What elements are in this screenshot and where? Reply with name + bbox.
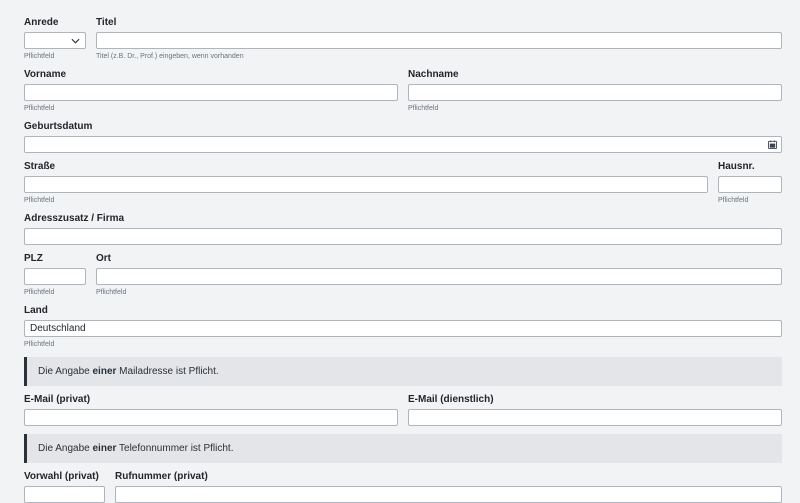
- anrede-select[interactable]: [24, 32, 86, 49]
- rufnummer-privat-label: Rufnummer (privat): [115, 471, 782, 483]
- calendar-icon[interactable]: [768, 140, 777, 149]
- hausnr-input[interactable]: [718, 176, 782, 193]
- mail-notice-bold: einer: [93, 366, 117, 377]
- row-adresszusatz: Adresszusatz / Firma: [24, 213, 782, 245]
- anrede-required-hint: Pflichtfeld: [24, 52, 86, 61]
- vorname-label: Vorname: [24, 69, 398, 81]
- email-privat-input[interactable]: [24, 409, 398, 426]
- email-dienstlich-label: E-Mail (dienstlich): [408, 394, 782, 406]
- rufnummer-privat-input[interactable]: [115, 486, 782, 503]
- ort-label: Ort: [96, 253, 782, 265]
- strasse-input[interactable]: [24, 176, 708, 193]
- row-strasse: Straße Pflichtfeld Hausnr. Pflichtfeld: [24, 161, 782, 205]
- phone-notice-text-after: Telefonnummer ist Pflicht.: [116, 443, 233, 454]
- hausnr-label: Hausnr.: [718, 161, 782, 173]
- anrede-label: Anrede: [24, 17, 86, 29]
- row-anrede-titel: Anrede Pflichtfeld Titel Titel (z.B. Dr.…: [24, 17, 782, 61]
- mail-notice-text-after: Mailadresse ist Pflicht.: [116, 366, 218, 377]
- titel-hint: Titel (z.B. Dr., Prof.) eingeben, wenn v…: [96, 52, 782, 61]
- vorname-required-hint: Pflichtfeld: [24, 104, 398, 113]
- email-privat-label: E-Mail (privat): [24, 394, 398, 406]
- nachname-input[interactable]: [408, 84, 782, 101]
- hausnr-required-hint: Pflichtfeld: [718, 196, 782, 205]
- strasse-label: Straße: [24, 161, 708, 173]
- ort-input[interactable]: [96, 268, 782, 285]
- plz-label: PLZ: [24, 253, 86, 265]
- chevron-down-icon: [71, 38, 80, 44]
- strasse-required-hint: Pflichtfeld: [24, 196, 708, 205]
- titel-input[interactable]: [96, 32, 782, 49]
- nachname-required-hint: Pflichtfeld: [408, 104, 782, 113]
- vorwahl-privat-input[interactable]: [24, 486, 105, 503]
- phone-required-notice: Die Angabe einer Telefonnummer ist Pflic…: [24, 434, 782, 463]
- row-telefon-privat: Vorwahl (privat) Rufnummer (privat): [24, 471, 782, 503]
- phone-notice-bold: einer: [93, 443, 117, 454]
- email-dienstlich-input[interactable]: [408, 409, 782, 426]
- ort-required-hint: Pflichtfeld: [96, 288, 782, 297]
- titel-label: Titel: [96, 17, 782, 29]
- plz-input[interactable]: [24, 268, 86, 285]
- row-land: Land Pflichtfeld: [24, 305, 782, 349]
- nachname-label: Nachname: [408, 69, 782, 81]
- land-label: Land: [24, 305, 782, 317]
- row-plz-ort: PLZ Pflichtfeld Ort Pflichtfeld: [24, 253, 782, 297]
- adresszusatz-label: Adresszusatz / Firma: [24, 213, 782, 225]
- mail-notice-text: Die Angabe: [38, 366, 93, 377]
- row-name: Vorname Pflichtfeld Nachname Pflichtfeld: [24, 69, 782, 113]
- plz-required-hint: Pflichtfeld: [24, 288, 86, 297]
- row-email: E-Mail (privat) E-Mail (dienstlich): [24, 394, 782, 426]
- geburtsdatum-label: Geburtsdatum: [24, 121, 782, 133]
- vorwahl-privat-label: Vorwahl (privat): [24, 471, 105, 483]
- row-geburtsdatum: Geburtsdatum: [24, 121, 782, 153]
- land-required-hint: Pflichtfeld: [24, 340, 782, 349]
- mail-required-notice: Die Angabe einer Mailadresse ist Pflicht…: [24, 357, 782, 386]
- land-input[interactable]: [24, 320, 782, 337]
- adresszusatz-input[interactable]: [24, 228, 782, 245]
- phone-notice-text: Die Angabe: [38, 443, 93, 454]
- geburtsdatum-input[interactable]: [24, 136, 782, 153]
- vorname-input[interactable]: [24, 84, 398, 101]
- contact-form: Anrede Pflichtfeld Titel Titel (z.B. Dr.…: [0, 0, 800, 503]
